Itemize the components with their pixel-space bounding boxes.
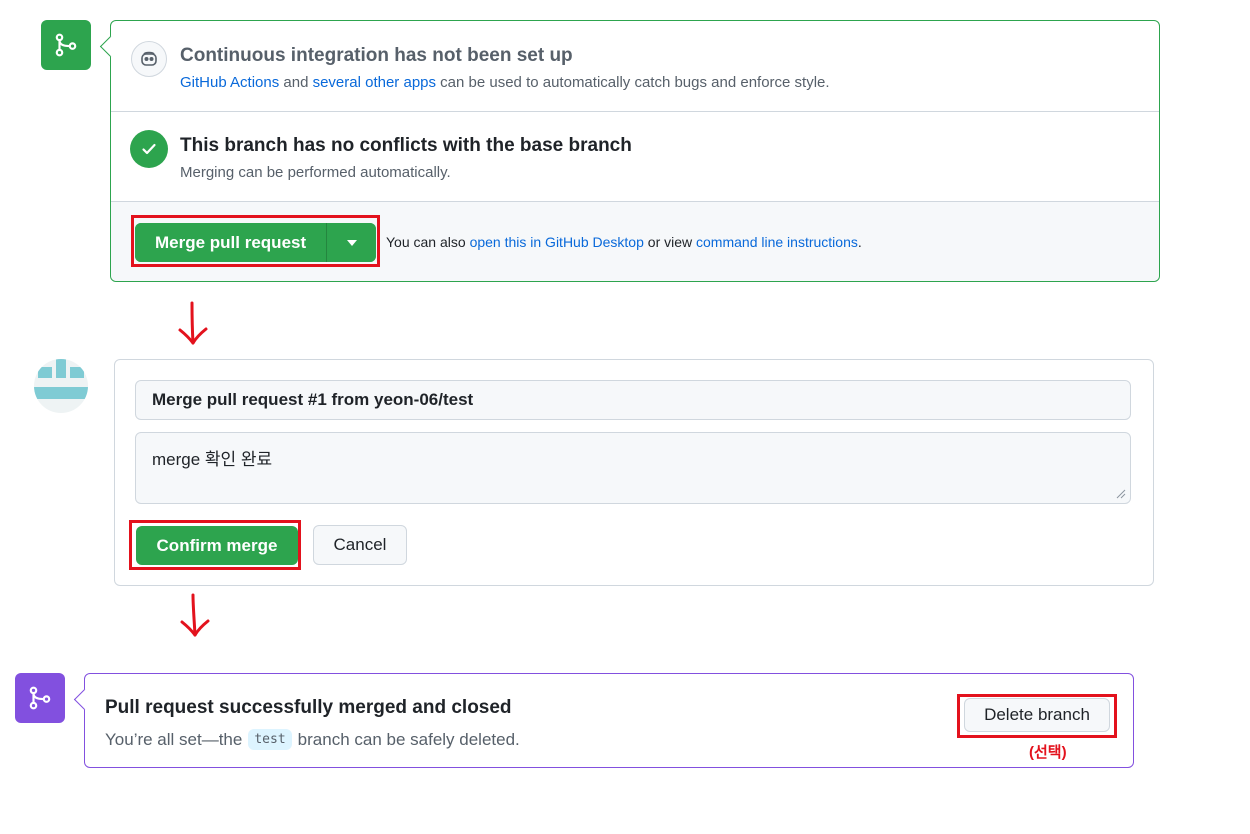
triangle-down-icon — [346, 239, 357, 246]
conflict-subtitle: Merging can be performed automatically. — [180, 164, 451, 181]
merge-button-group: Merge pull request — [135, 223, 377, 262]
optional-annotation: (선택) — [1029, 744, 1067, 761]
git-merge-icon — [55, 33, 77, 57]
ci-row: Continuous integration has not been set … — [111, 21, 1159, 112]
github-actions-link[interactable]: GitHub Actions — [180, 74, 279, 91]
merged-subtitle: You’re all set—the test branch can be sa… — [105, 729, 520, 750]
command-line-link[interactable]: command line instructions — [696, 234, 858, 250]
conflict-title: This branch has no conflicts with the ba… — [180, 135, 632, 156]
check-icon — [130, 130, 168, 168]
merged-sub-suffix: branch can be safely deleted. — [297, 729, 520, 749]
ci-and-text: and — [279, 74, 313, 91]
commit-message-textarea[interactable]: merge 확인 완료 — [135, 432, 1131, 504]
commit-message-text: merge 확인 완료 — [152, 450, 273, 469]
confirm-merge-box: Merge pull request #1 from yeon-06/test … — [114, 359, 1154, 586]
merged-box: Pull request successfully merged and clo… — [73, 673, 1134, 768]
merge-box: Continuous integration has not been set … — [99, 20, 1160, 282]
branch-name-chip: test — [248, 729, 292, 750]
hand-drawn-down-arrow-icon — [178, 301, 208, 345]
git-merge-icon — [29, 686, 51, 710]
also-text: You can also open this in GitHub Desktop… — [386, 234, 862, 250]
avatar — [34, 359, 88, 413]
merged-title: Pull request successfully merged and clo… — [105, 697, 512, 718]
also-suffix: . — [857, 234, 862, 250]
merged-sub-prefix: You’re all set—the — [105, 729, 243, 749]
copilot-robot-icon — [131, 41, 167, 77]
also-prefix: You can also — [386, 234, 470, 250]
confirm-merge-button[interactable]: Confirm merge — [136, 526, 298, 565]
hand-drawn-down-arrow-icon — [180, 593, 210, 637]
merge-pull-request-button[interactable]: Merge pull request — [135, 223, 327, 262]
open-desktop-link[interactable]: open this in GitHub Desktop — [470, 234, 644, 250]
ci-title: Continuous integration has not been set … — [180, 45, 573, 66]
ci-rest-text: can be used to automatically catch bugs … — [436, 74, 830, 91]
conflict-row — [111, 112, 1159, 202]
merge-method-dropdown[interactable] — [326, 223, 377, 262]
resize-grip-icon[interactable] — [1116, 489, 1126, 499]
also-mid: or view — [643, 234, 697, 250]
other-apps-link[interactable]: several other apps — [313, 74, 436, 91]
commit-title-input[interactable]: Merge pull request #1 from yeon-06/test — [135, 380, 1131, 420]
delete-branch-button[interactable]: Delete branch — [964, 698, 1110, 732]
cancel-button[interactable]: Cancel — [313, 525, 407, 565]
merged-status-icon-box — [15, 673, 65, 723]
ci-subtitle: GitHub Actions and several other apps ca… — [180, 74, 830, 91]
merge-status-icon-box — [41, 20, 91, 70]
